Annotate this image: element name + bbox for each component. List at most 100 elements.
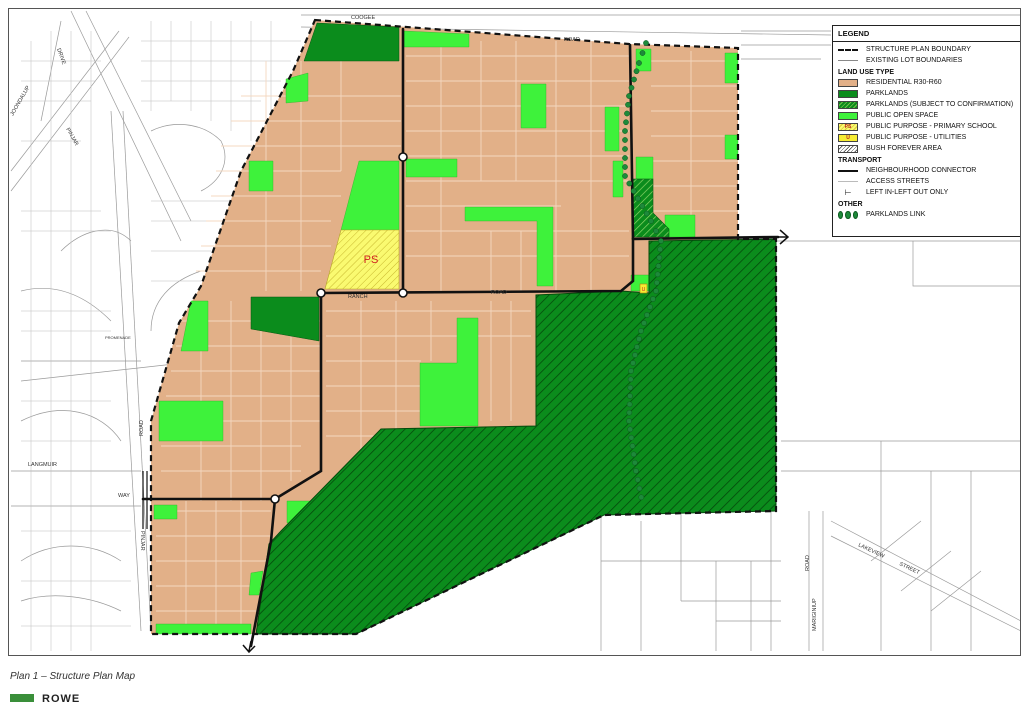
parklands-link-dot [624, 110, 630, 117]
parklands-link-dot [627, 426, 634, 433]
road-label-coogee: COOGEE [351, 15, 375, 21]
parklands-link-dot [648, 218, 654, 224]
bush-forever-swatch [838, 144, 858, 153]
legend-label: PUBLIC PURPOSE - UTILITIES [866, 134, 967, 141]
parklands-link-dot [653, 279, 660, 286]
legend-label: RESIDENTIAL R30-R60 [866, 79, 942, 86]
legend-title: LEGEND [833, 26, 1020, 42]
parklands-link-dot [626, 93, 632, 99]
left-in-left-out-icon: ⊢ [844, 187, 852, 197]
parklands-link-dot [630, 451, 637, 458]
parklands-link-swatch [838, 210, 858, 219]
parklands-link-dot [658, 238, 664, 244]
parklands-link-dot [643, 210, 650, 217]
road-label-pinjar-road: ROAD [139, 420, 145, 436]
legend-row-school: PS PUBLIC PURPOSE - PRIMARY SCHOOL [838, 121, 1017, 132]
road-label-langmuir: LANGMUIR [28, 462, 57, 468]
parklands-link-dot [625, 101, 631, 108]
road-label-drive: DRIVE [55, 48, 67, 66]
parklands-link-dot [626, 180, 633, 187]
legend-label: PUBLIC OPEN SPACE [866, 112, 939, 119]
legend-heading-land-use: LAND USE TYPE [838, 69, 895, 76]
parklands-link-dot [627, 393, 633, 399]
parklands-link-dot [636, 60, 642, 66]
road-label-pinjar-south: PINJAR [139, 531, 145, 551]
parklands-link-dot [638, 494, 645, 501]
road-label-pinjar-north: PINJAR [64, 127, 79, 147]
legend-row-connector: NEIGHBOURHOOD CONNECTOR [838, 165, 1017, 176]
parklands-link-dot [626, 409, 633, 416]
road-label-ranch: RANCH [348, 294, 368, 300]
parklands-link-dot [627, 376, 634, 383]
parklands-link-dot [636, 485, 643, 492]
parklands-link-dot [622, 137, 628, 143]
parklands-link-dot [634, 476, 641, 483]
connector-swatch [838, 167, 858, 175]
parklands-link-dot [635, 195, 641, 202]
parklands-link-dot [639, 203, 646, 209]
legend-row-residential: RESIDENTIAL R30-R60 [838, 77, 1017, 88]
parklands-link-dot [630, 360, 636, 366]
road-label-ranch-road: ROAD [491, 290, 507, 296]
parklands-link-dot [622, 128, 628, 134]
parklands-link-dot [628, 368, 634, 374]
road-label-promenade: PROMENADE [105, 335, 131, 340]
parklands-link-dot [657, 246, 664, 253]
road-label-coogee-road: ROAD [564, 37, 580, 43]
parklands-link-dot [626, 418, 632, 424]
boundary-swatch [838, 46, 858, 54]
legend-label: PARKLANDS [866, 90, 908, 97]
legend-row-pos: PUBLIC OPEN SPACE [838, 110, 1017, 121]
parklands-link-dot [627, 384, 634, 391]
legend-row-link: PARKLANDS LINK [838, 209, 1017, 220]
parklands-link-dot [641, 320, 647, 326]
parklands-link-dot [650, 296, 656, 302]
parklands-link-dot [644, 312, 650, 318]
parklands-link-dot [630, 188, 637, 194]
parklands-swatch [838, 89, 858, 98]
legend-label: PARKLANDS (SUBJECT TO CONFIRMATION) [866, 101, 1014, 108]
lots-swatch [838, 57, 858, 65]
legend-row-left-in: ⊢ LEFT IN-LEFT OUT ONLY [838, 187, 1017, 198]
road-label-lakeview-street: STREET [898, 561, 921, 576]
parklands-link-dot [631, 459, 638, 466]
school-label: PS [364, 254, 379, 266]
parklands-link-dot [656, 254, 663, 261]
brand-name: ROWE [42, 693, 81, 705]
structure-plan-map[interactable]: PS U COOGEE ROAD RANCH ROAD LANGMUIR WAY… [8, 8, 1021, 656]
utilities-swatch: U [838, 133, 858, 142]
legend-row-lots: EXISTING LOT BOUNDARIES [838, 55, 1017, 66]
parklands-link-dot [653, 228, 659, 234]
residential-swatch [838, 78, 858, 87]
legend-panel: LEGEND STRUCTURE PLAN BOUNDARY EXISTING … [832, 25, 1020, 237]
parklands-link-dot [653, 288, 659, 294]
school-swatch: PS [838, 122, 858, 131]
legend-row-utilities: U PUBLIC PURPOSE - UTILITIES [838, 132, 1017, 143]
parklands-link-dot [628, 84, 635, 91]
utility-label: U [642, 287, 646, 293]
map-caption: Plan 1 – Structure Plan Map [10, 671, 136, 682]
access-street-swatch [838, 178, 858, 186]
parklands-link-dot [634, 344, 640, 350]
legend-row-boundary: STRUCTURE PLAN BOUNDARY [838, 44, 1017, 55]
legend-row-access: ACCESS STREETS [838, 176, 1017, 187]
parklands-link-dot [636, 336, 642, 342]
legend-label: ACCESS STREETS [866, 178, 930, 185]
parklands-link-dot [633, 68, 640, 75]
parklands-link-dot [638, 328, 644, 334]
legend-label: NEIGHBOURHOOD CONNECTOR [866, 167, 977, 174]
legend-label: EXISTING LOT BOUNDARIES [866, 57, 963, 64]
parklands-link-dot [639, 50, 646, 56]
road-label-mariginiup: MARIGINIUP [812, 598, 818, 631]
parklands-link-dot [632, 352, 638, 358]
parklands-link-dot [628, 434, 635, 441]
parklands-link-dot [629, 443, 636, 449]
parklands-link-dot [626, 401, 633, 408]
road-label-langmuir-way: WAY [118, 493, 130, 499]
legend-heading-transport: TRANSPORT [838, 157, 882, 164]
parklands-link-dot [622, 146, 628, 152]
legend-row-parklands: PARKLANDS [838, 88, 1017, 99]
legend-label: STRUCTURE PLAN BOUNDARY [866, 46, 971, 53]
parklands-link-dot [623, 119, 629, 126]
parklands-confirmation-swatch [838, 100, 858, 109]
